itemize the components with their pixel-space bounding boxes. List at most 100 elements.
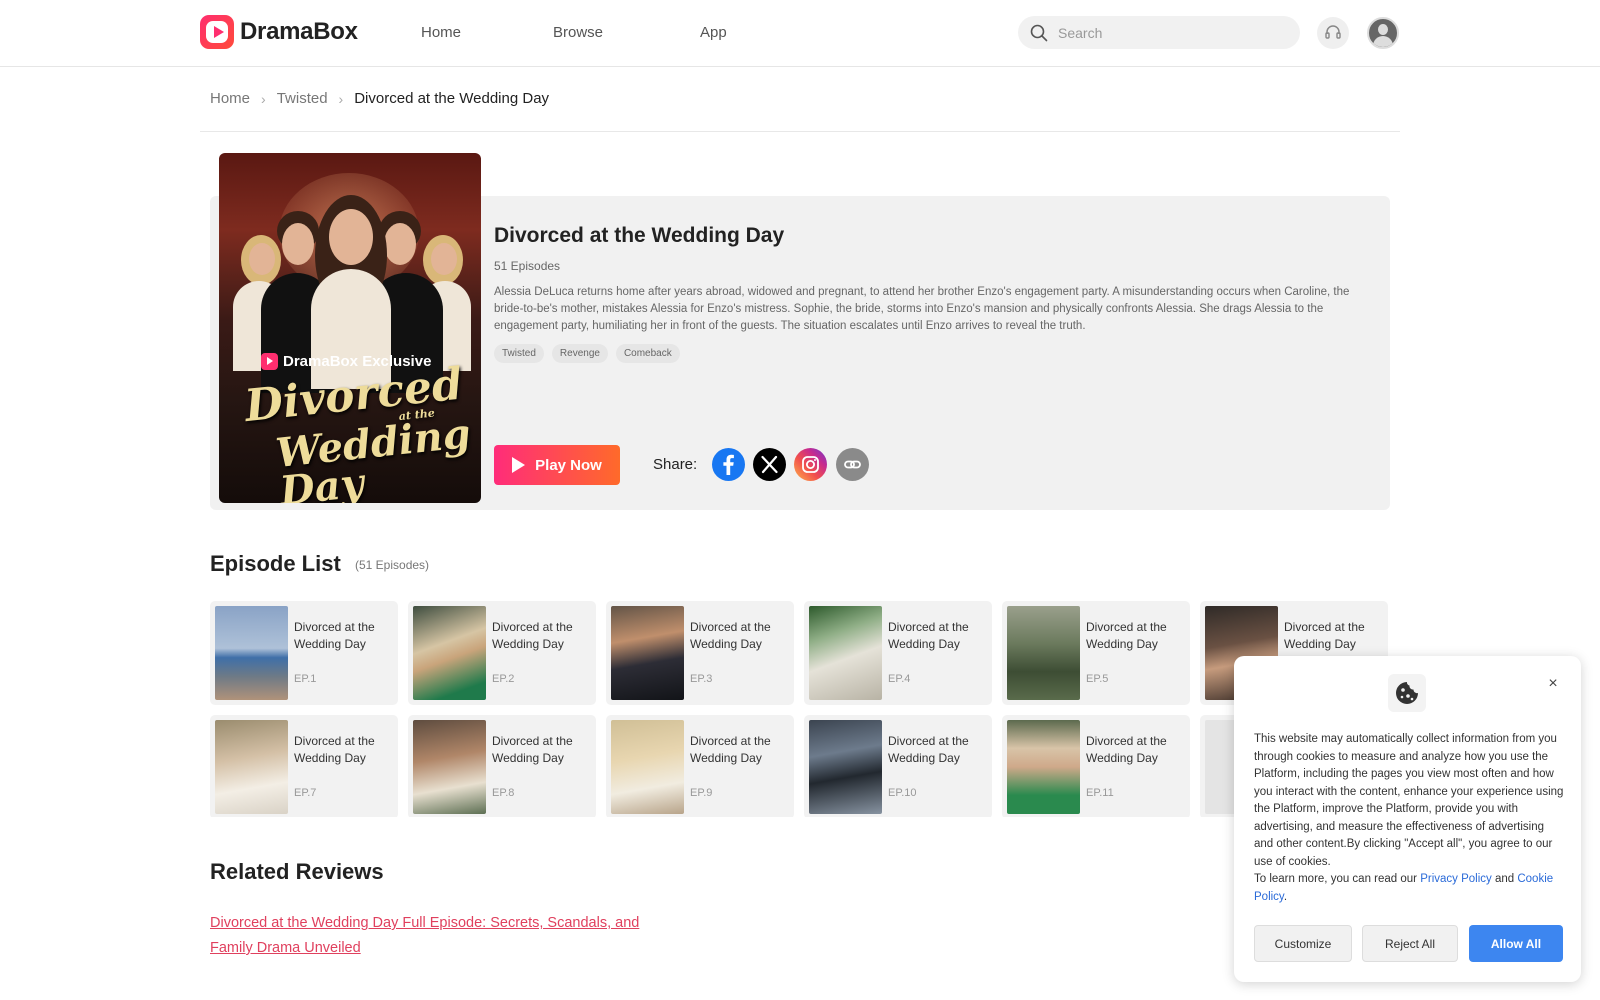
episode-number: EP.10: [888, 787, 917, 799]
episode-card[interactable]: Divorced at the Wedding Day EP.3: [606, 601, 794, 705]
episode-title: Divorced at the Wedding Day: [1086, 734, 1167, 765]
breadcrumb-home[interactable]: Home: [210, 90, 250, 107]
poster-figure-face: [384, 223, 416, 265]
episode-title: Divorced at the Wedding Day: [294, 620, 375, 651]
episode-thumbnail: [1007, 606, 1080, 700]
episode-grid: Divorced at the Wedding Day EP.1 Divorce…: [210, 601, 1390, 817]
episode-card[interactable]: Divorced at the Wedding Day EP.5: [1002, 601, 1190, 705]
episode-number: EP.2: [492, 673, 515, 685]
tag-list: Twisted Revenge Comeback: [494, 344, 688, 363]
instagram-icon[interactable]: [794, 448, 827, 481]
episode-title: Divorced at the Wedding Day: [492, 734, 573, 765]
dramabox-logo[interactable]: DramaBox: [200, 15, 358, 49]
episode-number: EP.9: [690, 787, 713, 799]
dramabox-logo-icon: [200, 15, 234, 49]
cookie-and: and: [1491, 873, 1518, 885]
cookie-icon: [1388, 674, 1426, 712]
episode-card[interactable]: Divorced at the Wedding Day EP.4: [804, 601, 992, 705]
link-glyph: [844, 460, 861, 469]
breadcrumb-twisted[interactable]: Twisted: [277, 90, 328, 107]
episode-thumbnail: [809, 720, 882, 814]
episode-list-heading: Episode List: [210, 551, 341, 576]
episode-thumbnail: [611, 606, 684, 700]
user-avatar[interactable]: [1367, 17, 1399, 49]
episode-thumbnail: [215, 720, 288, 814]
cookie-glyph: [1396, 682, 1418, 704]
x-icon[interactable]: [753, 448, 786, 481]
cookie-consent-dialog: × This website may automatically collect…: [1234, 656, 1581, 982]
cookie-learn-prefix: To learn more, you can read our: [1254, 873, 1421, 885]
nav-app[interactable]: App: [700, 24, 727, 41]
cookie-message: This website may automatically collect i…: [1254, 731, 1566, 906]
related-reviews-heading: Related Reviews: [210, 859, 384, 884]
episode-thumbnail: [215, 606, 288, 700]
poster-title: Divorced at the Wedding Day: [242, 359, 473, 503]
customer-support-button[interactable]: [1317, 17, 1349, 49]
episode-title: Divorced at the Wedding Day: [1284, 620, 1365, 651]
episode-title: Divorced at the Wedding Day: [492, 620, 573, 651]
episode-card[interactable]: Divorced at the Wedding Day EP.7: [210, 715, 398, 817]
tag-comeback[interactable]: Comeback: [615, 344, 680, 363]
episode-number: EP.7: [294, 787, 317, 799]
tag-twisted[interactable]: Twisted: [494, 344, 544, 363]
chevron-right-icon: ›: [261, 90, 266, 107]
instagram-glyph: [802, 456, 819, 473]
breadcrumb-current: Divorced at the Wedding Day: [354, 90, 550, 107]
play-now-label: Play Now: [535, 456, 602, 474]
dramabox-logo-icon: [261, 353, 278, 370]
breadcrumb: Home › Twisted › Divorced at the Wedding…: [210, 90, 549, 107]
play-icon: [512, 457, 526, 473]
episode-title: Divorced at the Wedding Day: [690, 734, 771, 765]
tag-revenge[interactable]: Revenge: [551, 344, 608, 363]
poster-figure-face: [282, 223, 314, 265]
close-icon[interactable]: ×: [1543, 674, 1563, 694]
reject-all-button[interactable]: Reject All: [1362, 925, 1458, 962]
episode-title: Divorced at the Wedding Day: [294, 734, 375, 765]
facebook-glyph: [723, 454, 734, 475]
poster-figure-face: [329, 209, 373, 265]
cookie-body-text: This website may automatically collect i…: [1254, 733, 1564, 868]
episode-thumbnail: [413, 606, 486, 700]
chevron-right-icon: ›: [338, 90, 344, 107]
episode-card[interactable]: Divorced at the Wedding Day EP.1: [210, 601, 398, 705]
search-input[interactable]: [1058, 24, 1278, 41]
review-link[interactable]: Divorced at the Wedding Day Full Episode…: [210, 911, 650, 961]
headset-icon: [1325, 25, 1341, 39]
drama-description: Alessia DeLuca returns home after years …: [494, 286, 1350, 332]
allow-all-button[interactable]: Allow All: [1469, 925, 1563, 962]
episode-title: Divorced at the Wedding Day: [888, 620, 969, 651]
episode-title: Divorced at the Wedding Day: [690, 620, 771, 651]
episode-number: EP.11: [1086, 787, 1114, 799]
nav-browse[interactable]: Browse: [553, 24, 603, 41]
episode-number: EP.4: [888, 673, 911, 685]
episode-number: EP.3: [690, 673, 713, 685]
privacy-policy-link[interactable]: Privacy Policy: [1420, 873, 1492, 885]
link-icon[interactable]: [836, 448, 869, 481]
episode-card[interactable]: Divorced at the Wedding Day EP.10: [804, 715, 992, 817]
episode-thumbnail: [611, 720, 684, 814]
x-glyph: [761, 455, 778, 474]
episode-number: EP.5: [1086, 673, 1109, 685]
cookie-period: .: [1283, 890, 1288, 903]
customize-button[interactable]: Customize: [1254, 925, 1352, 962]
episode-card[interactable]: Divorced at the Wedding Day EP.8: [408, 715, 596, 817]
facebook-icon[interactable]: [712, 448, 745, 481]
nav-home[interactable]: Home: [421, 24, 461, 41]
episode-card[interactable]: Divorced at the Wedding Day EP.9: [606, 715, 794, 817]
poster-title-line: Wedding Day: [273, 410, 473, 503]
search-icon: [1030, 24, 1048, 41]
drama-title: Divorced at the Wedding Day: [494, 224, 785, 247]
drama-poster[interactable]: DramaBox Exclusive Divorced at the Weddi…: [219, 153, 481, 503]
play-now-button[interactable]: Play Now: [494, 445, 620, 485]
episode-number: EP.8: [492, 787, 515, 799]
poster-figure-face: [249, 243, 275, 275]
share-label: Share:: [653, 456, 698, 473]
search-bar[interactable]: [1018, 16, 1300, 49]
episode-count: 51 Episodes: [494, 259, 561, 273]
site-header: DramaBox Home Browse App: [0, 0, 1600, 67]
poster-figure-face: [431, 243, 457, 275]
episode-title: Divorced at the Wedding Day: [1086, 620, 1167, 651]
episode-card[interactable]: Divorced at the Wedding Day EP.11: [1002, 715, 1190, 817]
episode-card[interactable]: Divorced at the Wedding Day EP.2: [408, 601, 596, 705]
episode-thumbnail: [809, 606, 882, 700]
